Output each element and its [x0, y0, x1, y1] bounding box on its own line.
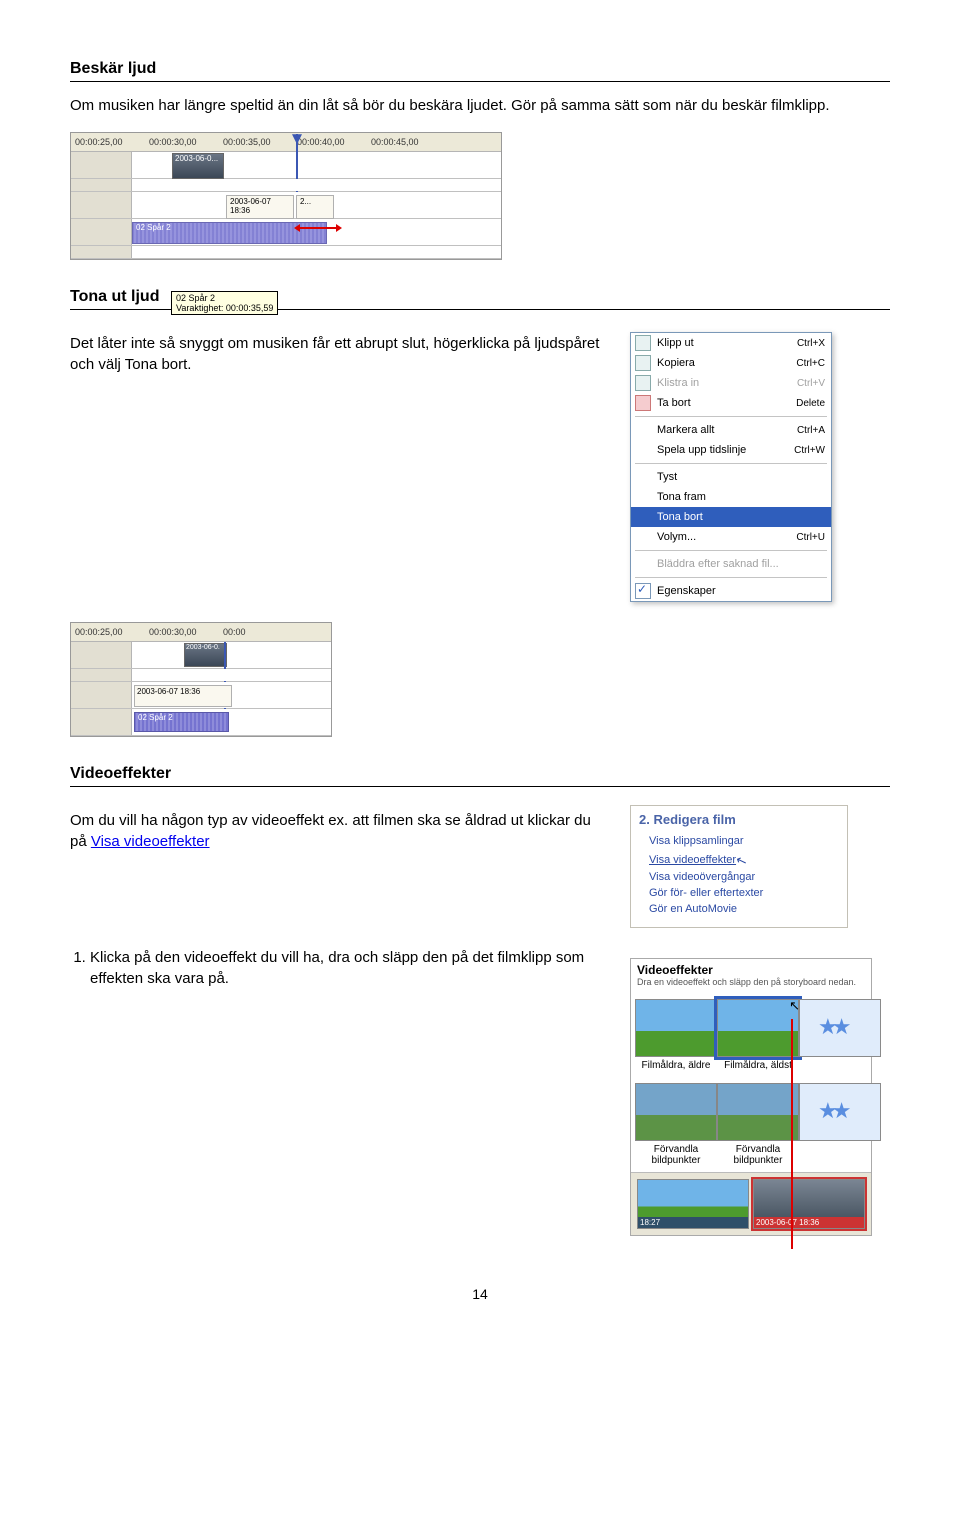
transition-track — [71, 179, 501, 192]
ruler-tick: 00:00:40,00 — [297, 137, 367, 147]
link-show-video-effects[interactable]: Visa videoeffekter — [91, 833, 210, 850]
gallery-heading: Videoeffekter — [631, 959, 871, 977]
video-clip[interactable]: 2003-06-0. — [184, 643, 227, 667]
step-drag-effect: Klicka på den videoeffekt du vill ha, dr… — [90, 948, 600, 989]
panel-link-automovie[interactable]: Gör en AutoMovie — [639, 901, 839, 917]
panel-link-transitions[interactable]: Visa videoövergångar — [639, 869, 839, 885]
storyboard-clip[interactable]: 18:27 — [637, 1179, 749, 1229]
panel-link-collections[interactable]: Visa klippsamlingar — [639, 833, 839, 849]
caption-clip[interactable]: 2003-06-07 18:36 — [226, 195, 294, 219]
ctx-browse-missing: Bläddra efter saknad fil... — [631, 554, 831, 574]
ruler-tick: 00:00 — [223, 627, 293, 637]
effect-label: Förvandla bildpunkter — [635, 1144, 717, 1166]
empty-track — [71, 246, 501, 259]
check-icon — [635, 583, 651, 599]
effect-thumb-star[interactable] — [799, 1083, 881, 1141]
audio-clip[interactable]: 02 Spår 2 — [134, 712, 229, 732]
ruler-tick: 00:00:25,00 — [75, 137, 145, 147]
copy-icon — [635, 355, 651, 371]
ctx-mute[interactable]: Tyst — [631, 467, 831, 487]
ruler-tick: 00:00:30,00 — [149, 627, 219, 637]
tooltip: 02 Spår 2 Varaktighet: 00:00:35,59 — [171, 291, 278, 315]
ruler-tick: 00:00:30,00 — [149, 137, 219, 147]
context-menu: Klipp utCtrl+X KopieraCtrl+C Klistra inC… — [630, 332, 832, 602]
tooltip-title: 02 Spår 2 — [176, 293, 273, 303]
audio-track: 02 Spår 2 02 Spår 2 Varaktighet: 00:00:3… — [71, 219, 501, 246]
storyboard: 18:27 2003-06-07 18:36 — [631, 1172, 871, 1235]
panel-heading: 2. Redigera film — [639, 812, 839, 827]
drag-line — [791, 1019, 793, 1249]
screenshot-timeline-trim: 00:00:25,00 00:00:30,00 00:00:35,00 00:0… — [70, 132, 502, 260]
effect-label: Filmåldra, äldre — [635, 1060, 717, 1071]
video-track: 2003-06-0... — [71, 152, 501, 179]
effect-label: Förvandla bildpunkter — [717, 1144, 799, 1166]
caption-track: 2003-06-07 18:36 — [71, 682, 331, 709]
audio-track: 02 Spår 2 — [71, 709, 331, 736]
gallery-subtext: Dra en videoeffekt och släpp den på stor… — [631, 977, 871, 993]
ctx-fade-out[interactable]: Tona bort — [631, 507, 831, 527]
task-panel-edit-film: 2. Redigera film Visa klippsamlingar Vis… — [630, 805, 848, 928]
trim-indicator-arrow — [298, 227, 338, 229]
caption-clip[interactable]: 2003-06-07 18:36 — [134, 685, 232, 707]
ctx-paste: Klistra inCtrl+V — [631, 373, 831, 393]
ruler-tick: 00:00:25,00 — [75, 627, 145, 637]
paste-icon — [635, 375, 651, 391]
cut-icon — [635, 335, 651, 351]
panel-link-titles[interactable]: Gör för- eller eftertexter — [639, 885, 839, 901]
effect-thumb-star[interactable] — [799, 999, 881, 1057]
caption-clip[interactable]: 2... — [296, 195, 334, 219]
para-trim-audio: Om musiken har längre speltid än din låt… — [70, 96, 890, 116]
tooltip-duration: Varaktighet: 00:00:35,59 — [176, 303, 273, 313]
timeline-ruler: 00:00:25,00 00:00:30,00 00:00 — [71, 623, 331, 642]
ruler-tick: 00:00:45,00 — [371, 137, 441, 147]
ctx-delete[interactable]: Ta bortDelete — [631, 393, 831, 413]
ctx-select-all[interactable]: Markera alltCtrl+A — [631, 420, 831, 440]
ctx-fade-in[interactable]: Tona fram — [631, 487, 831, 507]
ctx-cut[interactable]: Klipp utCtrl+X — [631, 333, 831, 353]
ctx-play-timeline[interactable]: Spela upp tidslinjeCtrl+W — [631, 440, 831, 460]
effect-thumb-pixelate[interactable] — [635, 1083, 717, 1141]
para-video-effects: Om du vill ha någon typ av videoeffekt e… — [70, 811, 600, 852]
timeline-ruler: 00:00:25,00 00:00:30,00 00:00:35,00 00:0… — [71, 133, 501, 152]
ctx-volume[interactable]: Volym...Ctrl+U — [631, 527, 831, 547]
delete-icon — [635, 395, 651, 411]
clip-label: 2003-06-07 18:36 — [754, 1217, 864, 1228]
video-clip[interactable]: 2003-06-0... — [172, 153, 224, 179]
caption-track: 2003-06-07 18:36 2... — [71, 192, 501, 219]
ruler-tick: 00:00:35,00 — [223, 137, 293, 147]
clip-label: 18:27 — [638, 1217, 748, 1228]
ctx-properties[interactable]: Egenskaper — [631, 581, 831, 601]
page-number: 14 — [70, 1286, 890, 1302]
effect-thumb-pixelate2[interactable] — [717, 1083, 799, 1141]
video-effects-gallery: Videoeffekter Dra en videoeffekt och slä… — [630, 958, 872, 1236]
heading-trim-audio: Beskär ljud — [70, 60, 890, 82]
storyboard-clip-selected[interactable]: 2003-06-07 18:36 — [753, 1179, 865, 1229]
video-track: 2003-06-0. — [71, 642, 331, 669]
effect-thumb-oldest[interactable]: ↖ — [717, 999, 799, 1057]
cursor-icon: ↖ — [734, 852, 750, 871]
para-fade-audio: Det låter inte så snyggt om musiken får … — [70, 334, 600, 375]
panel-link-video-effects[interactable]: Visa videoeffekter↖ — [639, 849, 839, 869]
effect-label: Filmåldra, äldst — [717, 1060, 799, 1071]
effect-thumb-older[interactable] — [635, 999, 717, 1057]
screenshot-timeline-fade: 00:00:25,00 00:00:30,00 00:00 2003-06-0.… — [70, 622, 332, 737]
heading-video-effects: Videoeffekter — [70, 765, 890, 787]
ctx-copy[interactable]: KopieraCtrl+C — [631, 353, 831, 373]
